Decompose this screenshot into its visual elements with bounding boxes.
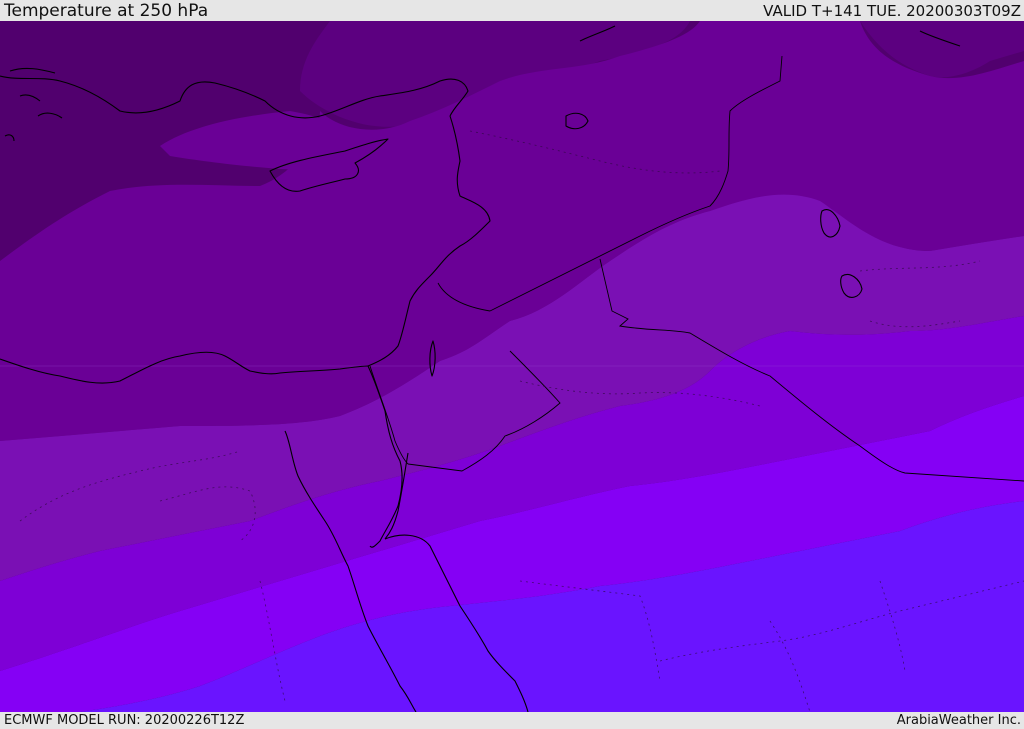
map-title: Temperature at 250 hPa	[4, 1, 209, 21]
credit-label: ArabiaWeather Inc.	[896, 713, 1021, 728]
valid-time: VALID T+141 TUE. 20200303T09Z	[763, 2, 1021, 20]
model-run-label: ECMWF MODEL RUN: 20200226T12Z	[4, 713, 245, 728]
temperature-map[interactable]	[0, 21, 1024, 712]
map-footer: ECMWF MODEL RUN: 20200226T12Z ArabiaWeat…	[0, 712, 1024, 729]
map-canvas	[0, 21, 1024, 712]
weather-map-frame: Temperature at 250 hPa VALID T+141 TUE. …	[0, 0, 1024, 729]
map-header: Temperature at 250 hPa VALID T+141 TUE. …	[0, 0, 1024, 21]
